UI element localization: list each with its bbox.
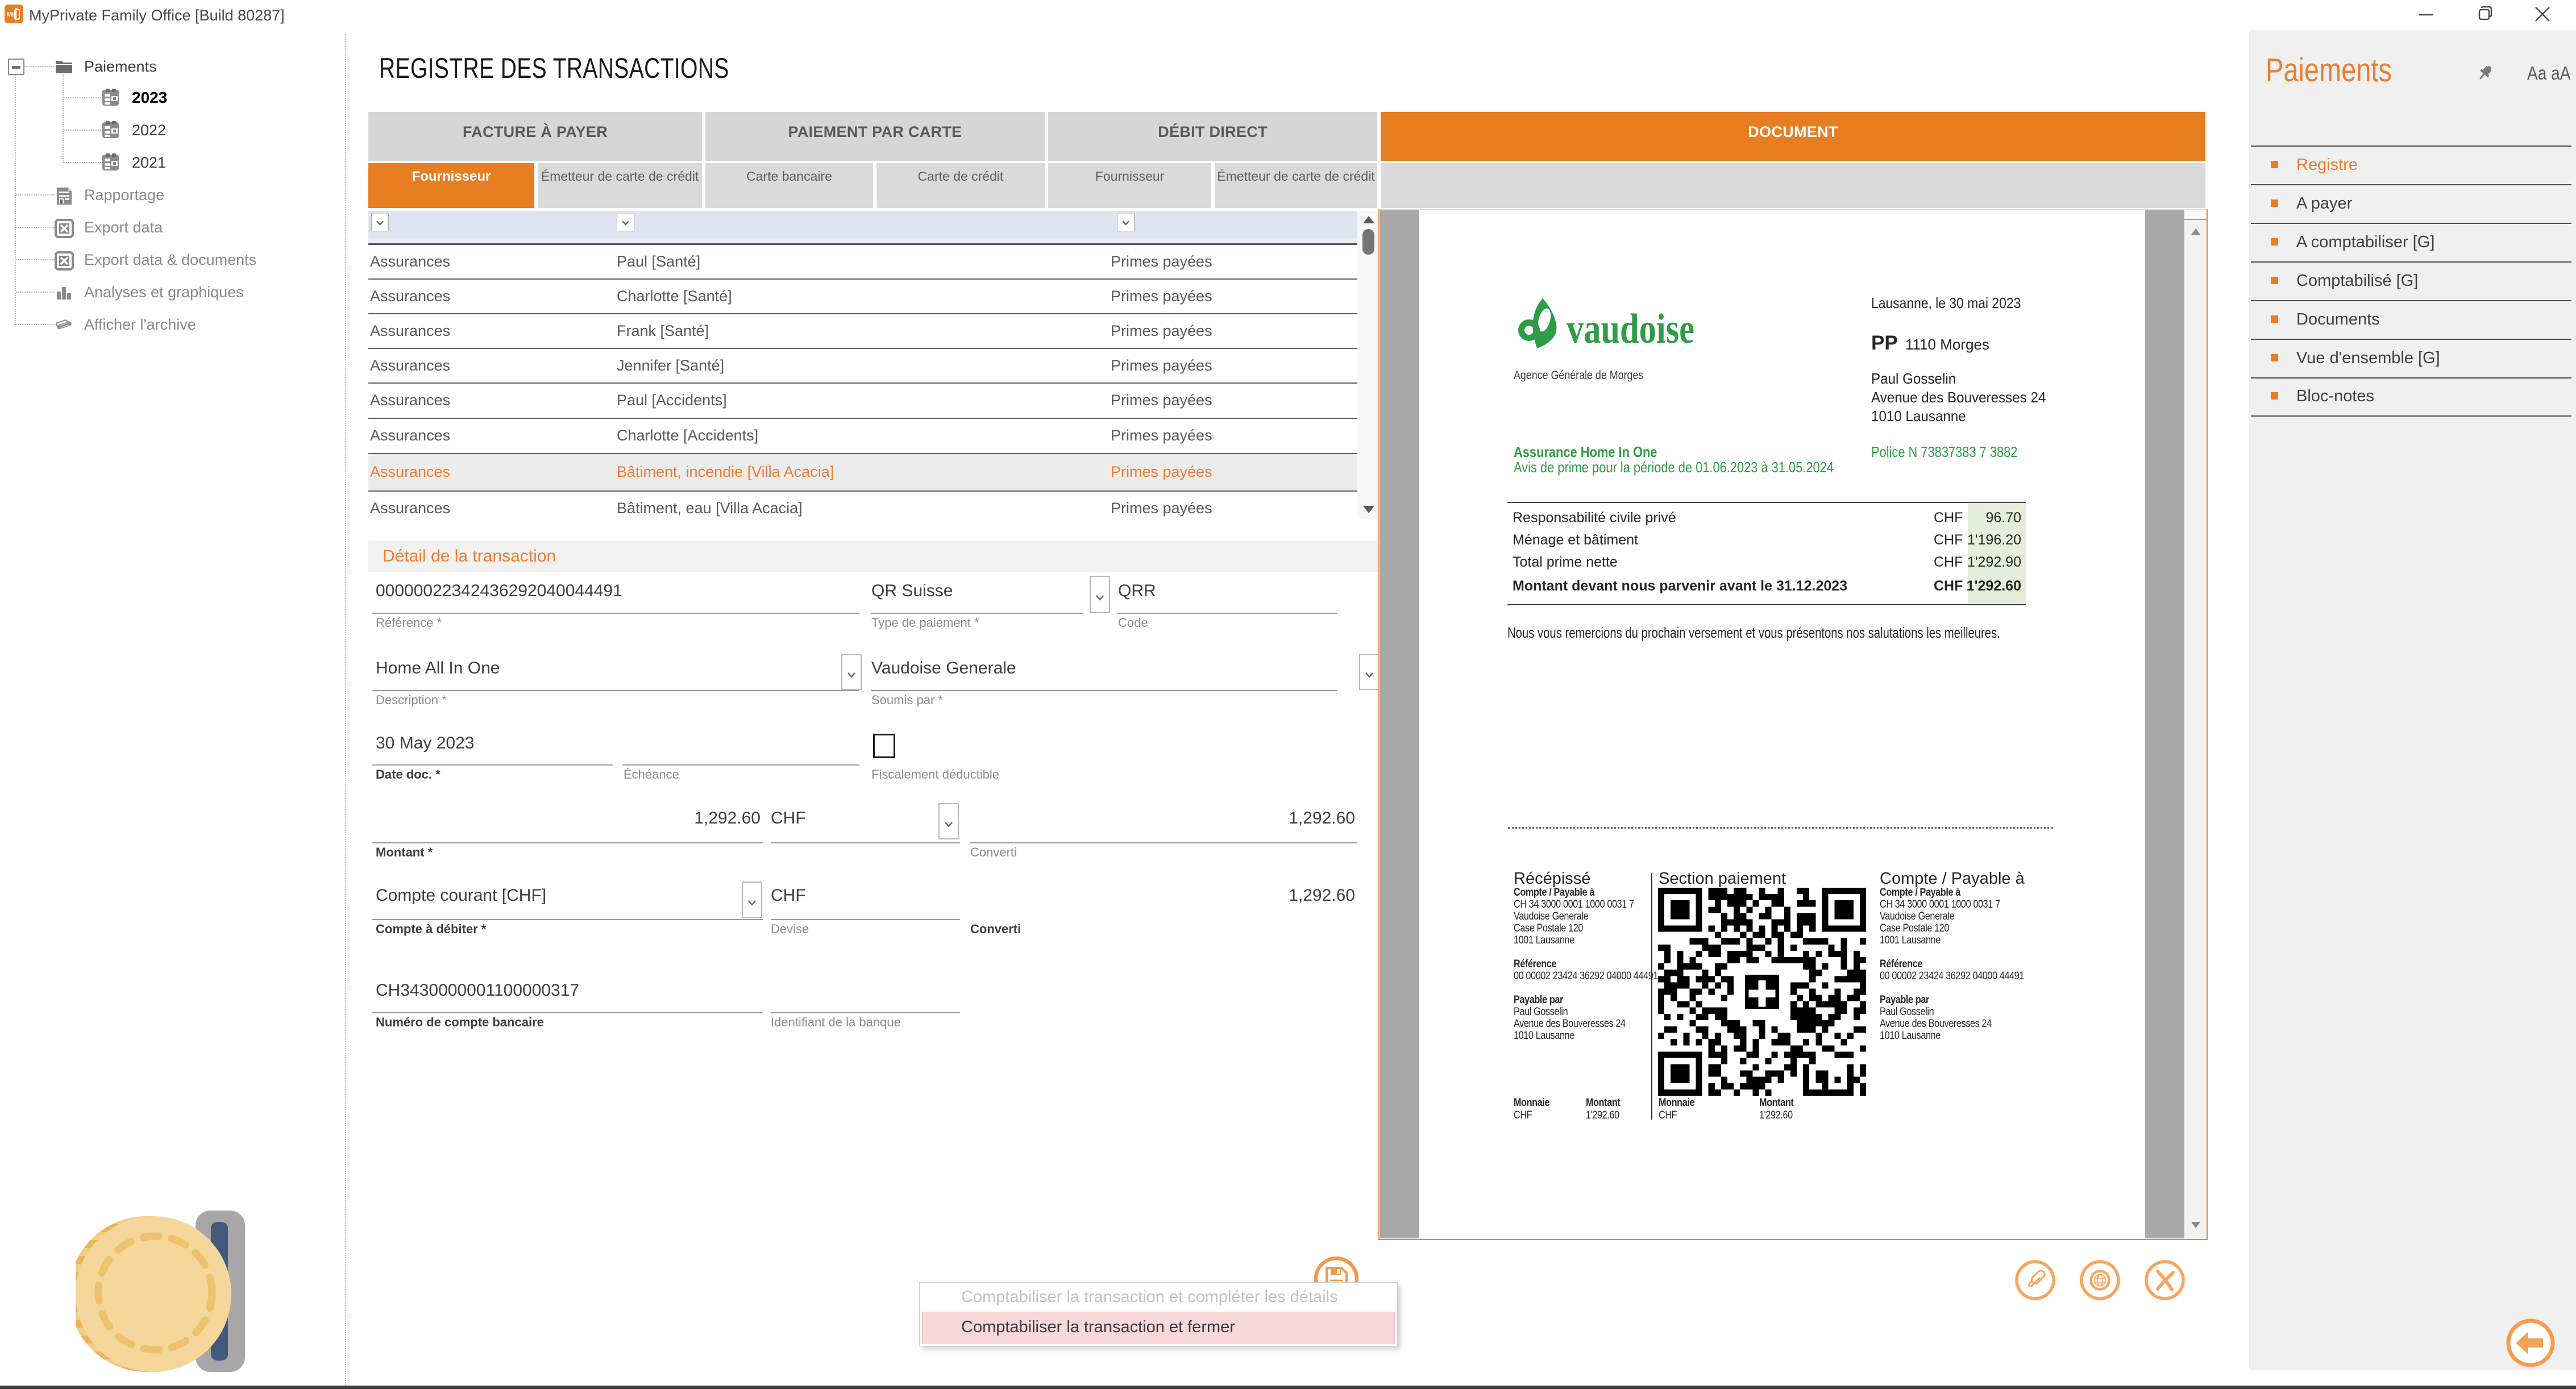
svg-text:vaudoise: vaudoise (1567, 306, 1694, 352)
